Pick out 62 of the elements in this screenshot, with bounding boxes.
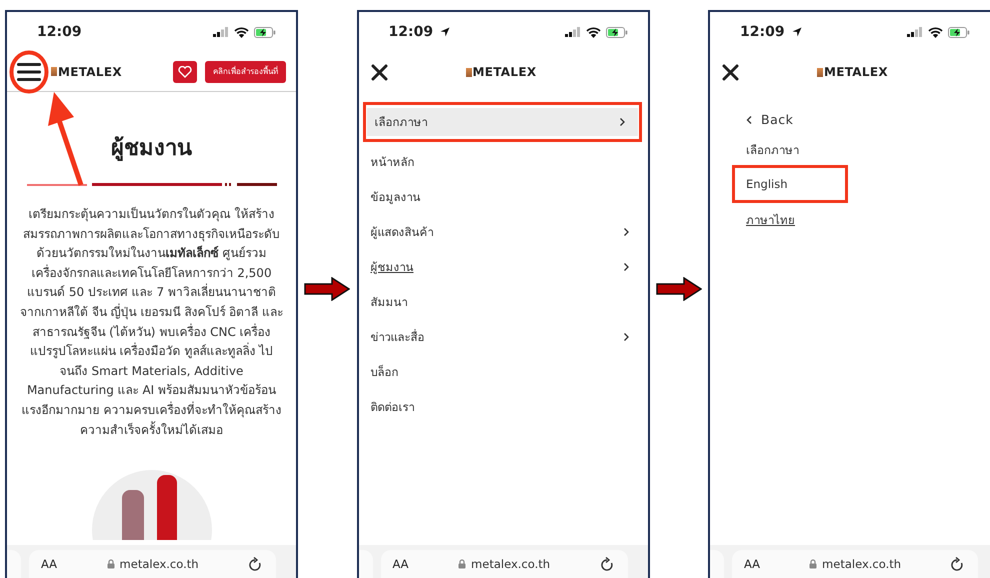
reserve-space-button[interactable]: คลิกเพื่อสำรองพื้นที่ bbox=[205, 60, 286, 82]
step-arrow bbox=[304, 277, 350, 301]
reload-icon[interactable] bbox=[248, 556, 262, 572]
chevron-right-icon bbox=[618, 117, 626, 127]
language-option[interactable]: English bbox=[746, 177, 788, 191]
lock-icon bbox=[106, 559, 115, 569]
intro-paragraph: เตรียมกระตุ้นความเป็นนวัตกรในตัวคุณ ให้สร้างสมรรถภาพการผลิตและโอกาสทางธุรกิจเหนือระดับด้วยนวัตกรรมใหม่ในงานเมทัลเล็กซ์ ศูนย์รวมเครื่องจักรกลและเทคโนโลยีโลหการกว่า 2,500 แบรนด์ 50 ประเทศ และ 7 พาวิลเลี่ยนนานาชาติจากเกาหลีใต้ จีน ญี่ปุ่น เยอรมนี สิงคโปร์ อิตาลี และสาธารณรัฐจีน (ไต้หวัน) พบเครื่อง CNC เครื่องแปรรูปโลหะแผ่น เครื่องมือวัด ทูลส์และทูลลิ่ง ไปจนถึง Smart Materials, Additive Manufacturing และ AI พร้อมสัมมนาหัวข้อร้อนแรงอีกมากมาย ความครบเครื่องที่จะทำให้คุณสร้างความสำเร็จครั้งใหม่ได้เสมอ bbox=[19, 206, 284, 439]
favorite-button[interactable] bbox=[173, 60, 197, 82]
heart-icon bbox=[178, 66, 192, 78]
battery-charging-icon bbox=[948, 26, 970, 38]
brand-logo: METALEX bbox=[58, 64, 122, 78]
battery-charging-icon bbox=[254, 26, 276, 38]
url-text: metalex.co.th bbox=[120, 557, 199, 571]
text-size-button[interactable]: AA bbox=[392, 557, 409, 571]
menu-item[interactable]: ผู้แสดงสินค้า bbox=[362, 214, 642, 249]
menu-item[interactable]: ข้อมูลงาน bbox=[362, 179, 642, 214]
logo-mark-icon bbox=[817, 68, 823, 76]
menu-item[interactable]: สัมมนา bbox=[362, 284, 642, 319]
address-bar[interactable]: AA metalex.co.th bbox=[380, 550, 628, 578]
status-time: 12:09 bbox=[388, 24, 434, 40]
address-bar[interactable]: AA metalex.co.th bbox=[29, 550, 276, 578]
menu-item[interactable]: บล็อก bbox=[362, 354, 642, 389]
brand-logo: METALEX bbox=[472, 65, 536, 79]
url-text: metalex.co.th bbox=[822, 557, 902, 571]
menu-item[interactable]: เลือกภาษา bbox=[366, 108, 638, 136]
menu-item[interactable]: ผู้ชมงาน bbox=[362, 249, 642, 284]
menu-icon[interactable] bbox=[17, 62, 41, 82]
logo-mark-icon bbox=[51, 67, 57, 76]
step-arrow bbox=[656, 277, 702, 301]
close-icon[interactable] bbox=[370, 64, 388, 80]
status-time: 12:09 bbox=[37, 24, 82, 40]
lock-icon bbox=[809, 559, 818, 569]
menu-item[interactable]: หน้าหลัก bbox=[362, 144, 642, 179]
wifi-icon bbox=[234, 26, 249, 38]
battery-charging-icon bbox=[606, 26, 628, 38]
chevron-right-icon bbox=[622, 262, 630, 272]
chevron-right-icon bbox=[622, 332, 630, 342]
text-size-button[interactable]: AA bbox=[41, 557, 58, 571]
signal-icon bbox=[907, 27, 923, 37]
reload-icon[interactable] bbox=[950, 556, 964, 572]
status-time: 12:09 bbox=[740, 24, 785, 40]
chevron-left-icon bbox=[746, 114, 753, 124]
brand-logo: METALEX bbox=[824, 65, 888, 79]
menu-item[interactable]: ติดต่อเรา bbox=[362, 389, 642, 424]
url-text: metalex.co.th bbox=[471, 557, 550, 571]
reload-icon[interactable] bbox=[600, 556, 614, 572]
signal-icon bbox=[213, 27, 229, 37]
address-bar[interactable]: AA metalex.co.th bbox=[732, 550, 978, 578]
logo-mark-icon bbox=[466, 68, 472, 76]
wifi-icon bbox=[586, 26, 600, 38]
signal-icon bbox=[564, 27, 580, 37]
page-title: ผู้ชมงาน bbox=[111, 135, 192, 163]
language-option[interactable]: ภาษาไทย bbox=[746, 213, 795, 227]
close-icon[interactable] bbox=[722, 64, 739, 80]
language-heading: เลือกภาษา bbox=[746, 142, 799, 159]
tab-preview[interactable] bbox=[358, 550, 372, 578]
wifi-icon bbox=[928, 26, 943, 38]
chevron-right-icon bbox=[622, 226, 630, 236]
menu-item[interactable]: ข่าวและสื่อ bbox=[362, 319, 642, 354]
back-button[interactable]: Back bbox=[732, 106, 808, 133]
lock-icon bbox=[458, 559, 466, 569]
text-size-button[interactable]: AA bbox=[744, 557, 760, 571]
